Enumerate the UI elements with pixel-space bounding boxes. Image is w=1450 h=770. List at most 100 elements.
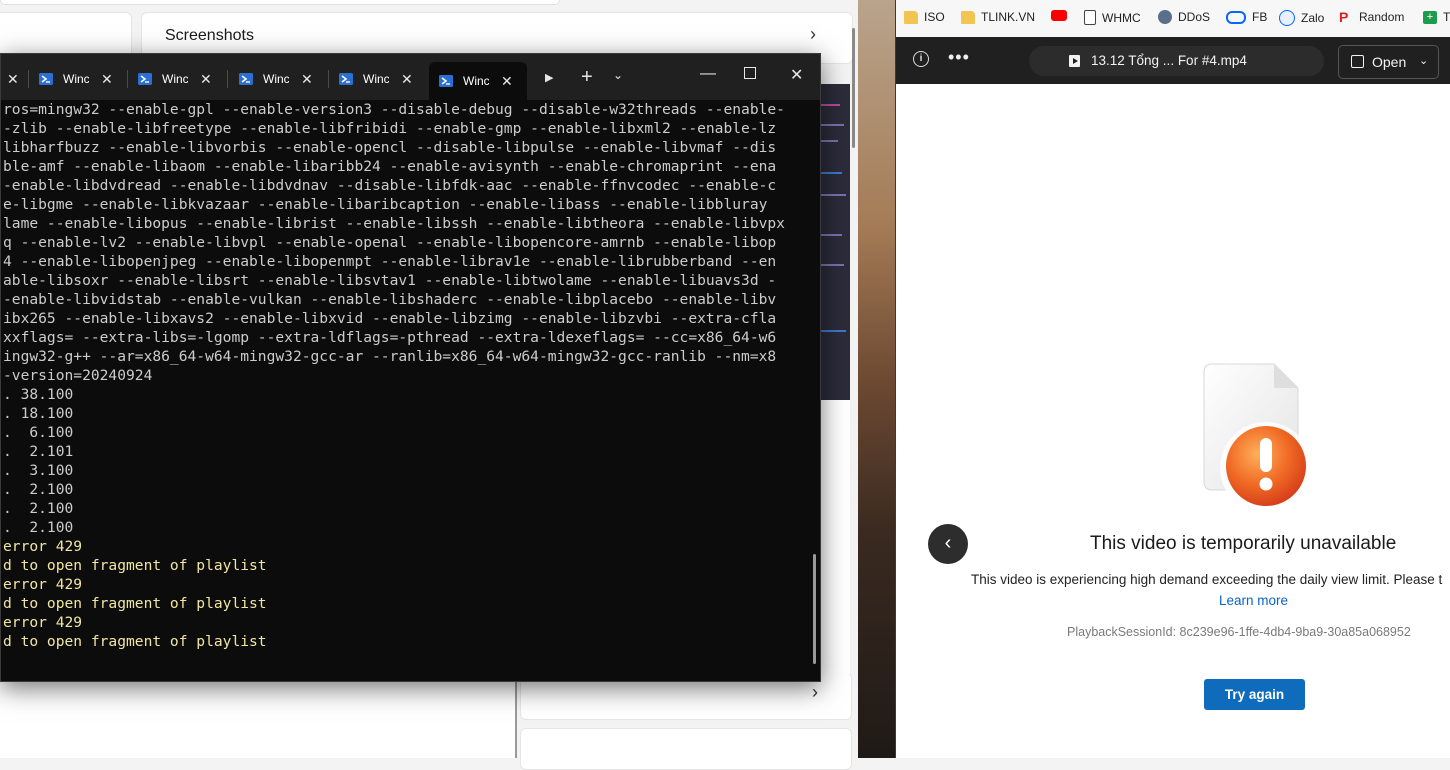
gear-icon — [1158, 10, 1172, 24]
new-tab-button[interactable]: + — [581, 66, 593, 89]
terminal-line: . 2.100 — [3, 519, 74, 536]
terminal-line: 4 --enable-libopenjpeg --enable-libopenm… — [3, 253, 777, 270]
minimize-button[interactable]: — — [700, 65, 716, 83]
bookmark-fb[interactable]: FB — [1226, 10, 1267, 24]
browser-window: ISO TLINK.VN WHMC DDoS FB Zalo P Random — [895, 0, 1450, 758]
bookmark-label: ISO — [924, 10, 945, 24]
terminal-line: . 2.100 — [3, 500, 74, 517]
video-file-icon — [1069, 55, 1080, 67]
error-description: This video is experiencing high demand e… — [971, 572, 1443, 587]
plus-green-icon: + — [1423, 10, 1437, 24]
bookmark-zalo[interactable]: Zalo — [1279, 10, 1324, 26]
bookmark-label: Random — [1359, 10, 1405, 24]
page-icon — [1084, 10, 1096, 25]
terminal-line: -enable-libdvdread --enable-libdvdnav --… — [3, 177, 777, 194]
terminal-line: ingw32-g++ --ar=x86_64-w64-mingw32-gcc-a… — [3, 348, 777, 365]
info-icon[interactable]: i — [913, 51, 929, 67]
chevron-right-icon[interactable]: › — [812, 682, 818, 703]
bookmark-tlink[interactable]: TLINK.VN — [961, 10, 1035, 24]
bookmark-label: TLINK.VN — [981, 10, 1036, 24]
scroll-tabs-right-icon[interactable]: ▶ — [545, 71, 553, 84]
bookmark-whmc[interactable]: WHMC — [1084, 10, 1141, 25]
terminal-tab[interactable]: Winc ✕ — [29, 63, 129, 95]
close-window-button[interactable]: ✕ — [790, 65, 803, 85]
bookmark-label: T — [1443, 10, 1450, 24]
close-icon[interactable]: ✕ — [301, 71, 313, 88]
terminal-tab[interactable]: Winc ✕ — [329, 63, 429, 95]
close-icon[interactable]: ✕ — [401, 71, 413, 88]
terminal-line: e-libgme --enable-libkvazaar --enable-li… — [3, 196, 768, 213]
error-title: This video is temporarily unavailable — [1090, 533, 1397, 554]
open-button[interactable]: Open ⌄ — [1338, 45, 1439, 79]
scrollbar[interactable] — [852, 28, 855, 148]
bookmark-iso[interactable]: ISO — [904, 10, 945, 24]
tab-title: Winc — [63, 72, 89, 86]
meta-icon — [1226, 10, 1246, 24]
bookmark-random[interactable]: P Random — [1339, 8, 1405, 25]
more-options-icon[interactable]: ••• — [948, 47, 970, 68]
maximize-button[interactable] — [744, 66, 756, 82]
folder-icon — [961, 10, 975, 24]
terminal-window[interactable]: ✕ Winc ✕ Winc ✕ Winc ✕ Winc ✕ Winc ✕ ▶ +… — [0, 53, 821, 682]
video-content-area: ‹ This video is temporarily unavailable … — [896, 84, 1450, 758]
file-error-icon — [1182, 352, 1332, 527]
terminal-line: error 429 — [3, 576, 83, 593]
terminal-line: -enable-libvidstab --enable-vulkan --ena… — [3, 291, 777, 308]
tab-title: Winc — [263, 72, 289, 86]
chevron-down-icon: ⌄ — [1419, 55, 1429, 67]
terminal-line: error 429 — [3, 614, 83, 631]
playback-session-id: PlaybackSessionId: 8c239e96-1ffe-4db4-9b… — [1067, 625, 1411, 639]
chevron-down-icon[interactable]: ⌄ — [613, 68, 623, 82]
screenshots-title: Screenshots — [165, 27, 254, 44]
close-icon[interactable]: ✕ — [101, 71, 113, 88]
terminal-tab-active[interactable]: Winc ✕ — [429, 62, 527, 100]
tab-title: Winc — [363, 72, 389, 86]
settings-card — [0, 12, 132, 54]
terminal-line: q --enable-lv2 --enable-libvpl --enable-… — [3, 234, 777, 251]
terminal-scrollbar[interactable] — [813, 554, 816, 664]
close-icon[interactable]: ✕ — [7, 71, 19, 88]
random-icon: P — [1339, 8, 1349, 25]
bookmark-youtube[interactable] — [1051, 10, 1073, 21]
media-viewer-toolbar: i ••• 13.12 Tổng ... For #4.mp4 Open ⌄ — [896, 37, 1450, 84]
powershell-icon — [39, 73, 53, 85]
bookmark-label: FB — [1252, 10, 1268, 24]
terminal-line: . 18.100 — [3, 405, 74, 422]
terminal-line: . 6.100 — [3, 424, 74, 441]
desktop-wallpaper — [858, 0, 896, 758]
terminal-tab[interactable]: Winc ✕ — [229, 63, 329, 95]
terminal-tab[interactable]: Winc ✕ — [128, 63, 228, 95]
terminal-tab[interactable]: ✕ — [0, 63, 31, 95]
terminal-line: ibx265 --enable-libxavs2 --enable-libxvi… — [3, 310, 777, 327]
terminal-output[interactable]: ros=mingw32 --enable-gpl --enable-versio… — [1, 100, 820, 681]
bookmark-label: Zalo — [1301, 11, 1325, 25]
powershell-icon — [239, 73, 253, 85]
video-title-pill[interactable]: 13.12 Tổng ... For #4.mp4 — [1029, 46, 1324, 76]
screenshot-thumbnail — [818, 84, 850, 400]
bookmark-t[interactable]: + T — [1423, 10, 1450, 24]
open-external-icon — [1351, 55, 1364, 68]
chevron-right-icon[interactable]: › — [810, 24, 816, 45]
settings-card — [0, 0, 560, 5]
settings-panel — [0, 680, 516, 758]
open-label: Open — [1372, 54, 1407, 70]
terminal-line: able-libsoxr --enable-libsrt --enable-li… — [3, 272, 777, 289]
try-again-button[interactable]: Try again — [1204, 679, 1305, 710]
close-icon[interactable]: ✕ — [501, 73, 513, 90]
bookmark-ddos[interactable]: DDoS — [1158, 10, 1210, 24]
previous-button[interactable]: ‹ — [928, 524, 968, 564]
bookmark-label: DDoS — [1178, 10, 1211, 24]
terminal-line: -zlib --enable-libfreetype --enable-libf… — [3, 120, 777, 137]
tab-separator — [227, 70, 228, 88]
settings-card[interactable] — [520, 728, 852, 770]
terminal-line: libharfbuzz --enable-libvorbis --enable-… — [3, 139, 777, 156]
close-icon[interactable]: ✕ — [200, 71, 212, 88]
learn-more-link[interactable]: Learn more — [1219, 593, 1288, 608]
powershell-icon — [339, 73, 353, 85]
terminal-line: lame --enable-libopus --enable-librist -… — [3, 215, 785, 232]
powershell-icon — [439, 75, 453, 87]
terminal-line: ble-amf --enable-libaom --enable-libarib… — [3, 158, 777, 175]
terminal-line: . 3.100 — [3, 462, 74, 479]
tab-bar: ✕ Winc ✕ Winc ✕ Winc ✕ Winc ✕ Winc ✕ ▶ +… — [1, 54, 820, 100]
zalo-icon — [1279, 10, 1295, 26]
